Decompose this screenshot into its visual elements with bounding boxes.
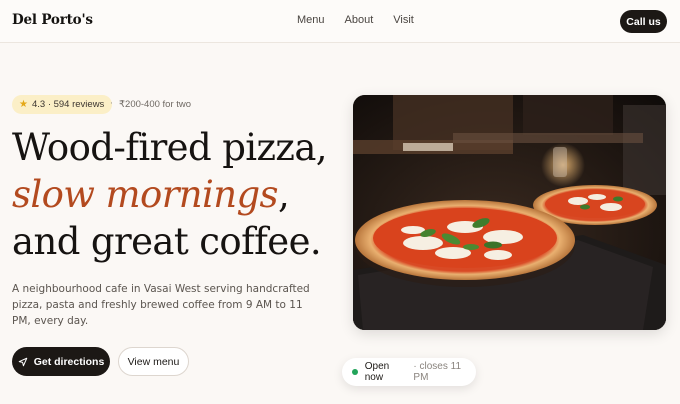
top-navbar: Del Porto's Menu About Visit Call us [0, 0, 680, 43]
rating-text: 4.3 · 594 reviews [31, 99, 105, 110]
nav-link-about[interactable]: About [345, 14, 374, 26]
hero-pizza-photo [353, 95, 666, 330]
nav-links: Menu About Visit [297, 14, 434, 26]
hero-description: A neighbourhood cafe in Vasai West servi… [12, 283, 310, 327]
headline-line-1: Wood-fired pizza, [12, 126, 328, 169]
pizza-illustration [353, 95, 666, 330]
nav-link-visit[interactable]: Visit [393, 14, 414, 26]
separator-dot: · [110, 99, 113, 109]
star-icon: ★ [19, 99, 28, 110]
get-directions-label: Get directions [33, 355, 105, 368]
rating-badge: ★ 4.3 · 594 reviews [12, 95, 113, 114]
open-now-label: Open now [364, 361, 390, 383]
hero-headline: Wood-fired pizza, slow mornings, and gre… [12, 124, 328, 265]
closing-time-label: · closes 11 PM [413, 361, 462, 383]
call-us-button[interactable]: Call us [620, 10, 667, 33]
price-range: ₹200-400 for two [119, 99, 192, 110]
status-dot-icon [352, 369, 358, 375]
nav-link-menu[interactable]: Menu [297, 14, 325, 26]
open-status-badge: Open now · closes 11 PM [342, 358, 476, 386]
headline-comma: , [277, 173, 290, 216]
brand-logo[interactable]: Del Porto's [12, 12, 93, 28]
headline-line-3: and great coffee. [12, 220, 322, 263]
view-menu-button[interactable]: View menu [118, 347, 189, 376]
headline-accent: slow mornings [12, 173, 279, 216]
navigation-arrow-icon [18, 357, 27, 366]
get-directions-button[interactable]: Get directions [12, 347, 110, 376]
